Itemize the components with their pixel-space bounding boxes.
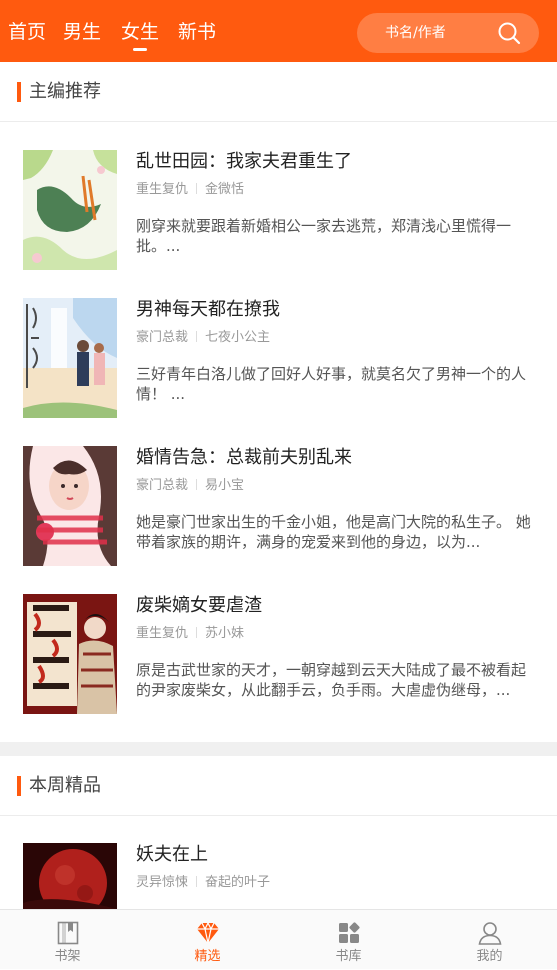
book-meta: 豪门总裁 七夜小公主 (136, 329, 270, 347)
library-grid-icon (339, 922, 360, 943)
book-item[interactable]: 妖夫在上 灵异惊悚 奋起的叶子 (0, 843, 557, 909)
book-item[interactable]: 废柴嫡女要虐渣 重生复仇 苏小妹 原是古武世家的天才，一朝穿越到云天大陆成了最不被… (0, 594, 557, 742)
book-cover[interactable] (23, 446, 117, 566)
meta-divider (196, 479, 198, 490)
bottom-tab-bar: 书架 精选 书库 我的 (0, 909, 557, 969)
tab-bookshelf[interactable]: 书架 (0, 910, 137, 970)
user-icon (478, 922, 502, 945)
book-item[interactable]: 男神每天都在撩我 豪门总裁 七夜小公主 三好青年白洛儿做了回好人好事，就莫名欠了男… (0, 298, 557, 446)
book-item[interactable]: 乱世田园：我家夫君重生了 重生复仇 金微恬 刚穿来就要跟着新婚相公一家去逃荒，郑清… (0, 150, 557, 298)
book-author[interactable]: 奋起的叶子 (205, 875, 270, 890)
tab-label: 书架 (54, 949, 81, 964)
search-input[interactable]: 书名/作者 (357, 13, 539, 53)
tab-featured[interactable]: 精选 (138, 910, 277, 970)
bookshelf-icon (57, 921, 79, 945)
book-cover[interactable] (23, 843, 117, 909)
section-gap (0, 742, 557, 756)
section-header-editor-picks: 主编推荐 (0, 62, 557, 122)
book-description: 她是豪门世家出生的千金小姐，他是高门大院的私生子。 她带着家族的期许，满身的宠爱… (136, 513, 531, 551)
book-description: 刚穿来就要跟着新婚相公一家去逃荒，郑清浅心里慌得一批。... (136, 217, 512, 255)
meta-divider (196, 876, 198, 887)
book-author[interactable]: 苏小妹 (205, 626, 244, 641)
tab-female[interactable]: 女生 (121, 19, 159, 45)
section-accent-bar (17, 82, 21, 102)
book-description: 三好青年白洛儿做了回好人好事，就莫名欠了男神一个的人情！ ... (136, 365, 527, 403)
search-icon[interactable] (497, 21, 521, 45)
book-category[interactable]: 豪门总裁 (136, 478, 188, 493)
book-category[interactable]: 灵异惊悚 (136, 875, 188, 890)
tab-library[interactable]: 书库 (279, 910, 418, 970)
book-title[interactable]: 乱世田园：我家夫君重生了 (136, 150, 352, 174)
book-author[interactable]: 七夜小公主 (205, 330, 270, 345)
section-title: 主编推荐 (29, 81, 101, 102)
book-title[interactable]: 婚情告急：总裁前夫别乱来 (136, 446, 352, 470)
book-category[interactable]: 豪门总裁 (136, 330, 188, 345)
tab-home[interactable]: 首页 (8, 19, 46, 45)
book-description: 原是古武世家的天才，一朝穿越到云天大陆成了最不被看起的尹家废柴女，从此翻手云，负… (136, 661, 527, 699)
section-accent-bar (17, 776, 21, 796)
section-header-weekly-picks: 本周精品 (0, 756, 557, 816)
book-author[interactable]: 金微恬 (205, 182, 244, 197)
book-item[interactable]: 婚情告急：总裁前夫别乱来 豪门总裁 易小宝 她是豪门世家出生的千金小姐，他是高门大… (0, 446, 557, 594)
book-cover[interactable] (23, 150, 117, 270)
tab-new-books[interactable]: 新书 (178, 19, 216, 45)
search-placeholder: 书名/作者 (385, 25, 446, 41)
meta-divider (196, 183, 198, 194)
tab-label: 精选 (194, 949, 221, 964)
book-title[interactable]: 妖夫在上 (136, 843, 208, 867)
book-cover[interactable] (23, 594, 117, 714)
book-cover[interactable] (23, 298, 117, 418)
meta-divider (196, 627, 198, 638)
tab-label: 我的 (476, 949, 503, 964)
book-meta: 重生复仇 金微恬 (136, 181, 244, 199)
tab-male[interactable]: 男生 (63, 19, 101, 45)
tab-label: 书库 (335, 949, 362, 964)
tab-profile[interactable]: 我的 (420, 910, 557, 970)
book-meta: 灵异惊悚 奋起的叶子 (136, 874, 270, 892)
book-author[interactable]: 易小宝 (205, 478, 244, 493)
book-category[interactable]: 重生复仇 (136, 626, 188, 641)
diamond-icon (197, 921, 219, 944)
top-nav-bar: 首页 男生 女生 新书 书名/作者 (0, 0, 557, 62)
book-meta: 豪门总裁 易小宝 (136, 477, 244, 495)
book-category[interactable]: 重生复仇 (136, 182, 188, 197)
meta-divider (196, 331, 198, 342)
book-title[interactable]: 废柴嫡女要虐渣 (136, 594, 262, 618)
book-title[interactable]: 男神每天都在撩我 (136, 298, 280, 322)
book-meta: 重生复仇 苏小妹 (136, 625, 244, 643)
section-title: 本周精品 (29, 775, 101, 796)
